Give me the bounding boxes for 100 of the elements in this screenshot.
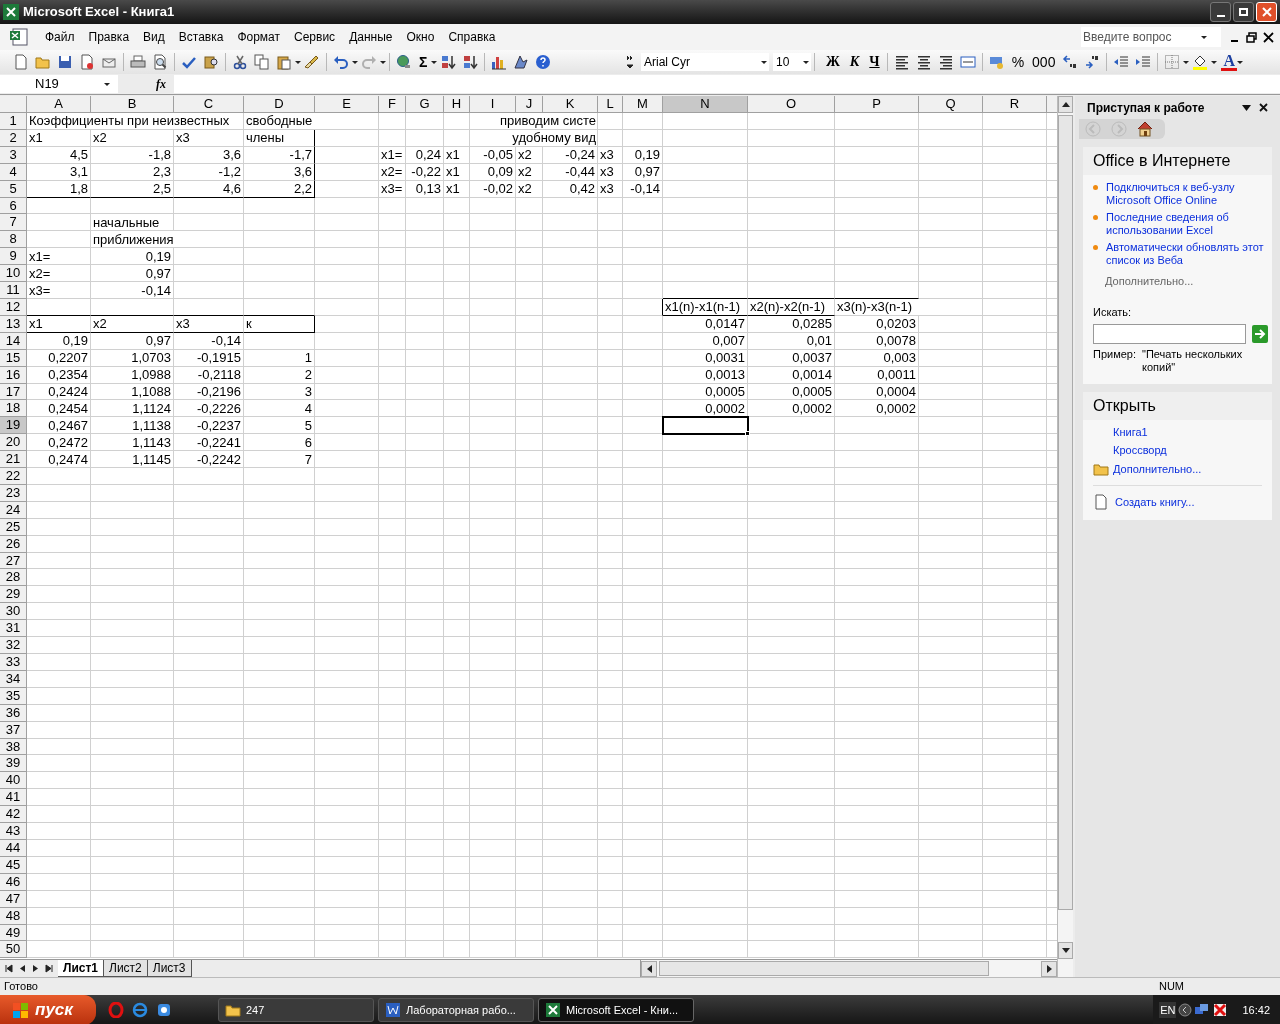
- column-header[interactable]: I: [470, 96, 516, 113]
- column-header[interactable]: Q: [919, 96, 983, 113]
- sort-descending-icon[interactable]: [462, 54, 479, 70]
- toolbar-options-icon[interactable]: [625, 54, 635, 70]
- taskbar-button[interactable]: 247: [218, 998, 374, 1022]
- font-dropdown[interactable]: Arial Cyr: [641, 53, 769, 71]
- caret-icon[interactable]: [380, 60, 386, 64]
- restore-icon[interactable]: [1246, 31, 1257, 43]
- column-header[interactable]: J: [516, 96, 543, 113]
- clipboard-icon[interactable]: [276, 54, 292, 70]
- home-icon[interactable]: [1137, 121, 1153, 137]
- row-header[interactable]: 20: [0, 434, 27, 452]
- column-header[interactable]: K: [543, 96, 598, 113]
- previous-sheet-icon[interactable]: [19, 964, 26, 973]
- print-icon[interactable]: [130, 54, 146, 70]
- link[interactable]: Автоматически обновлять этот список из Веба: [1106, 241, 1268, 267]
- scissors-icon[interactable]: [232, 54, 248, 70]
- scroll-down-icon[interactable]: [1061, 948, 1070, 953]
- column-header[interactable]: F: [379, 96, 406, 113]
- row-header[interactable]: 29: [0, 586, 27, 604]
- percent-button[interactable]: %: [1007, 54, 1029, 70]
- search-field[interactable]: [1093, 324, 1246, 344]
- row-header[interactable]: 8: [0, 231, 27, 249]
- caret-icon[interactable]: [803, 60, 809, 64]
- sort-ascending-icon[interactable]: [440, 54, 457, 70]
- column-header[interactable]: D: [244, 96, 315, 113]
- menu-item[interactable]: Вид: [136, 28, 172, 46]
- column-header[interactable]: G: [406, 96, 444, 113]
- new-document-icon[interactable]: [1093, 494, 1109, 510]
- caret-icon[interactable]: [761, 60, 767, 64]
- row-header[interactable]: 10: [0, 265, 27, 283]
- column-header[interactable]: L: [598, 96, 623, 113]
- caret-icon[interactable]: [104, 82, 110, 86]
- row-header[interactable]: 1: [0, 113, 27, 130]
- link[interactable]: Подключиться к веб-узлу Microsoft Office Online: [1106, 181, 1268, 207]
- folder-icon[interactable]: [1093, 461, 1109, 477]
- book-magnifier-icon[interactable]: [203, 54, 219, 70]
- row-header[interactable]: 39: [0, 755, 27, 773]
- menu-item[interactable]: Сервис: [287, 28, 343, 46]
- menu-item[interactable]: Формат: [230, 28, 288, 46]
- globe-link-icon[interactable]: [396, 54, 412, 70]
- row-header[interactable]: 28: [0, 569, 27, 587]
- column-header[interactable]: B: [91, 96, 174, 113]
- font-size-dropdown[interactable]: 10: [773, 53, 811, 71]
- column-header[interactable]: P: [835, 96, 919, 113]
- column-header[interactable]: N: [663, 96, 748, 113]
- column-header[interactable]: O: [748, 96, 835, 113]
- minimize-button[interactable]: [1210, 2, 1231, 22]
- row-header[interactable]: 42: [0, 806, 27, 824]
- shapes-icon[interactable]: [513, 54, 530, 70]
- row-header[interactable]: 32: [0, 637, 27, 654]
- last-sheet-icon[interactable]: [45, 964, 53, 973]
- increase-decimal-icon[interactable]: [1062, 54, 1079, 70]
- taskbar-button[interactable]: Лабораторная рабо...: [378, 998, 534, 1022]
- row-header[interactable]: 43: [0, 823, 27, 840]
- scroll-up-icon[interactable]: [1061, 102, 1070, 107]
- help-icon[interactable]: [535, 54, 552, 70]
- close-icon[interactable]: [1263, 31, 1274, 43]
- name-box[interactable]: N19: [0, 75, 118, 93]
- menu-item[interactable]: Вставка: [171, 28, 231, 46]
- menu-item[interactable]: Файл: [38, 28, 82, 46]
- antivirus-icon[interactable]: [1212, 1002, 1229, 1018]
- link[interactable]: Создать книгу...: [1115, 495, 1195, 509]
- row-header[interactable]: 21: [0, 451, 27, 469]
- caret-icon[interactable]: [1211, 60, 1218, 64]
- row-header[interactable]: 33: [0, 654, 27, 671]
- outdent-icon[interactable]: [1113, 54, 1130, 70]
- italic-button[interactable]: К: [845, 54, 864, 70]
- start-button[interactable]: пуск: [0, 995, 96, 1024]
- caret-icon[interactable]: [1183, 60, 1190, 64]
- sheet-tab[interactable]: Лист1: [58, 960, 105, 977]
- link[interactable]: Книга1: [1113, 426, 1272, 439]
- formula-field[interactable]: [174, 75, 1280, 93]
- row-header[interactable]: 50: [0, 941, 27, 959]
- column-header[interactable]: R: [983, 96, 1047, 113]
- next-sheet-icon[interactable]: [32, 964, 39, 973]
- align-center-icon[interactable]: [915, 54, 932, 70]
- language-indicator[interactable]: EN: [1159, 1001, 1177, 1019]
- column-header[interactable]: H: [444, 96, 470, 113]
- folder-icon[interactable]: [35, 54, 51, 70]
- caret-icon[interactable]: [431, 60, 438, 64]
- more-link[interactable]: Дополнительно...: [1105, 273, 1268, 290]
- font-color-button[interactable]: A: [1221, 53, 1237, 71]
- function-label[interactable]: fx: [156, 75, 166, 93]
- caret-icon[interactable]: [1237, 60, 1243, 64]
- row-header[interactable]: 41: [0, 789, 27, 807]
- search-go-button[interactable]: [1252, 325, 1268, 343]
- row-header[interactable]: 30: [0, 603, 27, 621]
- horizontal-scrollbar[interactable]: [640, 960, 1057, 977]
- expand-tray-icon[interactable]: [1178, 1003, 1193, 1017]
- row-header[interactable]: 7: [0, 214, 27, 232]
- vertical-scrollbar[interactable]: [1057, 96, 1073, 977]
- row-header[interactable]: 31: [0, 620, 27, 638]
- selected-cell[interactable]: [663, 417, 748, 435]
- dropdown-icon[interactable]: [1242, 104, 1251, 111]
- sheet-tab[interactable]: Лист3: [147, 960, 192, 977]
- caret-icon[interactable]: [352, 60, 358, 64]
- menu-item[interactable]: Справка: [441, 28, 503, 46]
- caret-icon[interactable]: [295, 60, 301, 64]
- menu-item[interactable]: Правка: [81, 28, 137, 46]
